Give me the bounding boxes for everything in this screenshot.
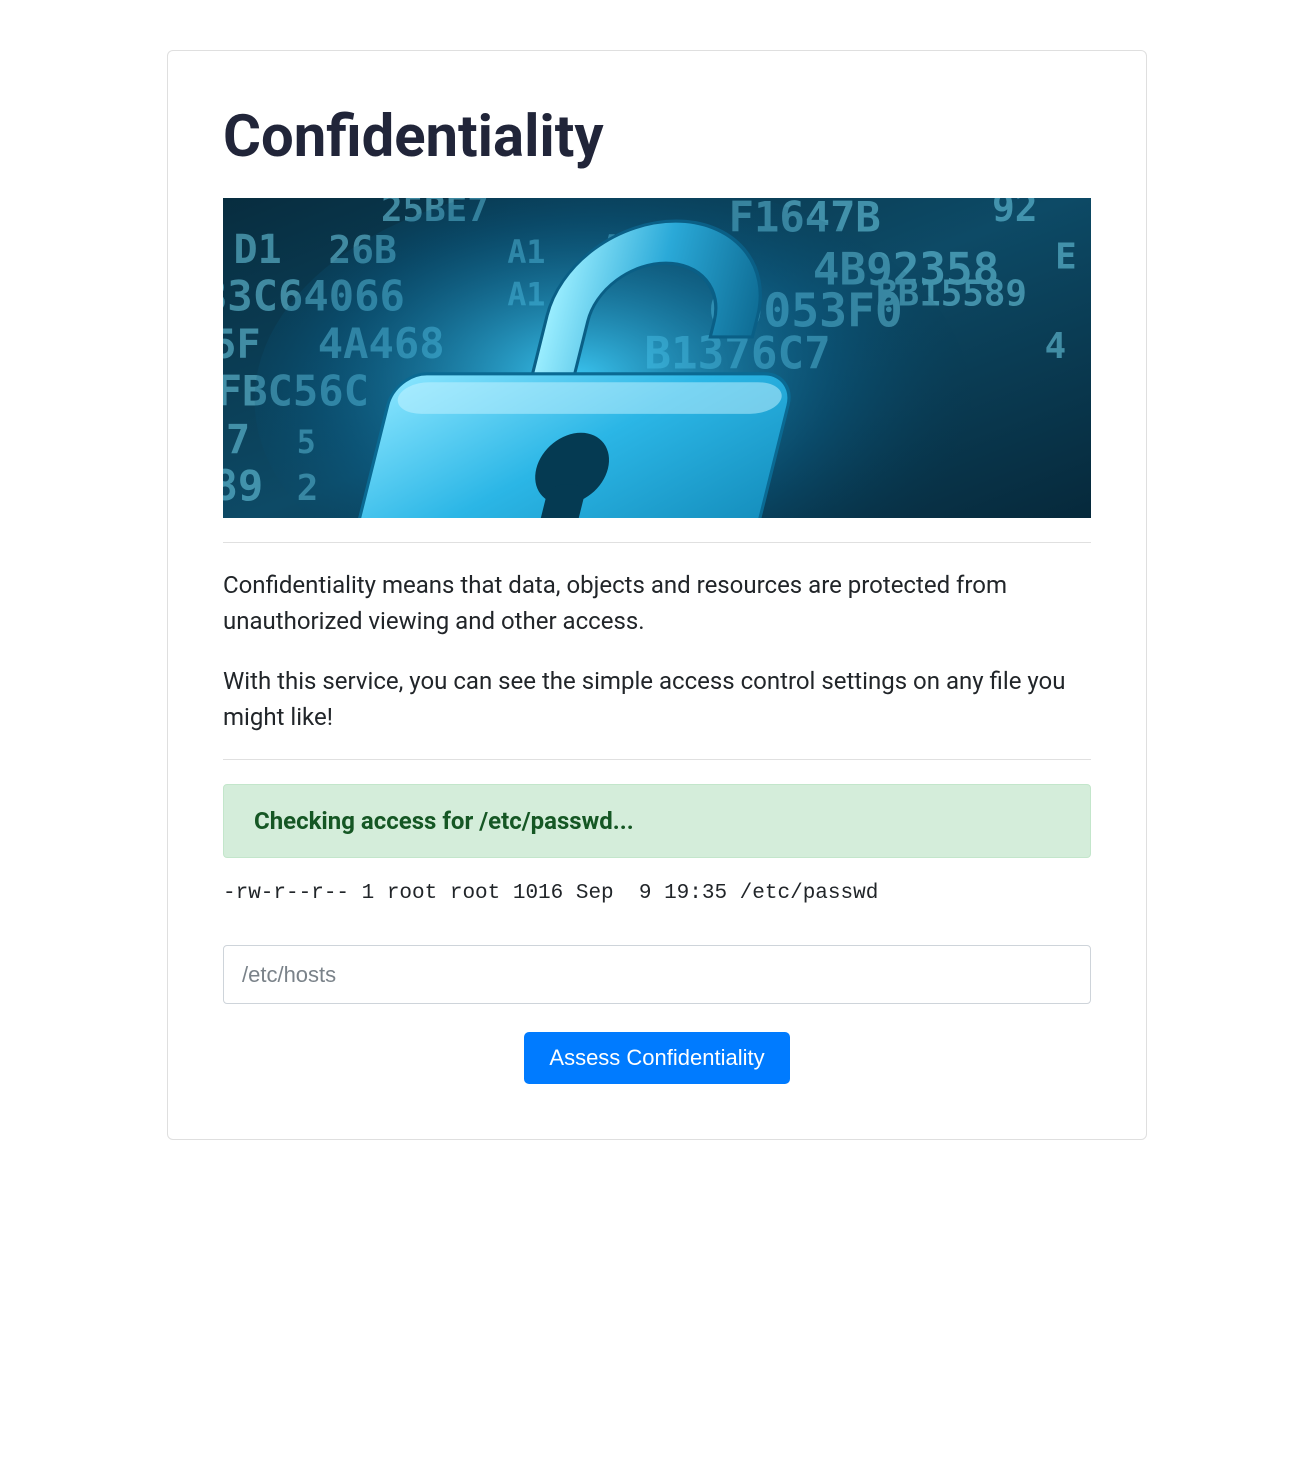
page-title: Confidentiality xyxy=(223,106,1091,170)
confidentiality-card: Confidentiality xyxy=(167,50,1147,1140)
svg-text:89: 89 xyxy=(223,461,263,510)
status-alert-heading: Checking access for /etc/passwd... xyxy=(254,807,1060,835)
svg-text:92: 92 xyxy=(992,198,1038,230)
divider xyxy=(223,759,1091,760)
svg-text:27: 27 xyxy=(223,417,250,463)
description-paragraph-2: With this service, you can see the simpl… xyxy=(223,663,1091,735)
file-path-input[interactable] xyxy=(223,945,1091,1004)
svg-text:4: 4 xyxy=(1045,326,1067,367)
file-path-field-group xyxy=(223,945,1091,1004)
divider xyxy=(223,542,1091,543)
status-alert: Checking access for /etc/passwd... xyxy=(223,784,1091,858)
svg-text:E: E xyxy=(1055,236,1077,277)
submit-row: Assess Confidentiality xyxy=(223,1032,1091,1084)
svg-text:D1: D1 xyxy=(234,227,282,273)
hero-lock-image: 25BE7 F1647B 92 D1 26B A1 A2 4B92358 E 8… xyxy=(223,198,1091,518)
description: Confidentiality means that data, objects… xyxy=(223,567,1091,735)
description-paragraph-1: Confidentiality means that data, objects… xyxy=(223,567,1091,639)
svg-text:5F: 5F xyxy=(223,322,261,368)
command-output: -rw-r--r-- 1 root root 1016 Sep 9 19:35 … xyxy=(223,882,1091,905)
assess-confidentiality-button[interactable]: Assess Confidentiality xyxy=(524,1032,789,1084)
